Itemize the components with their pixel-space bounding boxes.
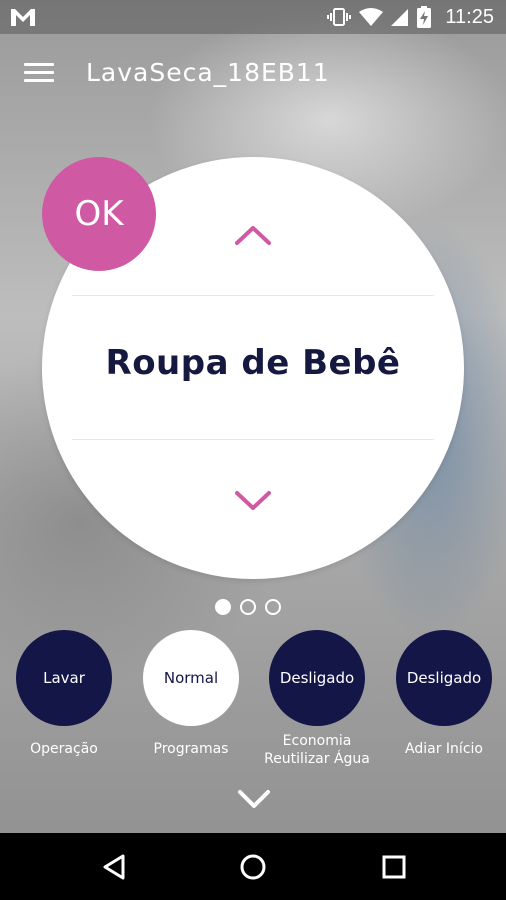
battery-charging-icon <box>417 6 432 28</box>
status-bar: 11:25 <box>0 0 506 34</box>
page-dot-2[interactable] <box>240 599 256 615</box>
vibrate-icon <box>327 8 352 26</box>
recents-square-icon[interactable] <box>354 833 434 900</box>
device-title: LavaSeca_18EB11 <box>86 58 330 87</box>
delay-start-label: Adiar Início <box>405 741 483 757</box>
page-dot-3[interactable] <box>265 599 281 615</box>
water-economy-label-line2: Reutilizar Água <box>264 751 370 767</box>
ok-button[interactable]: OK <box>42 157 156 271</box>
water-economy-button[interactable]: Desligado <box>269 630 365 726</box>
chevron-up-icon[interactable] <box>231 219 275 249</box>
program-name: Roupa de Bebê <box>105 343 401 383</box>
status-icons: 11:25 <box>327 0 494 34</box>
expand-chevron-icon[interactable] <box>234 786 274 812</box>
gmail-icon <box>11 9 35 26</box>
hamburger-menu-icon[interactable] <box>24 63 56 87</box>
back-triangle-icon[interactable] <box>74 833 154 900</box>
programs-label: Programas <box>153 741 229 757</box>
dial-divider-top <box>72 295 434 296</box>
page-indicator <box>215 599 281 615</box>
water-economy-label-line1: Economia <box>282 733 352 749</box>
operation-label: Operação <box>30 741 98 757</box>
delay-start-button[interactable]: Desligado <box>396 630 492 726</box>
status-time: 11:25 <box>445 5 494 28</box>
chevron-down-icon[interactable] <box>231 485 275 515</box>
operation-button[interactable]: Lavar <box>16 630 112 726</box>
programs-button[interactable]: Normal <box>143 630 239 726</box>
system-nav-bar <box>0 833 506 900</box>
page-dot-1[interactable] <box>215 599 231 615</box>
signal-icon <box>391 9 409 26</box>
app-screen: 11:25 LavaSeca_18EB11 Roupa de Bebê OK L… <box>0 0 506 900</box>
home-circle-icon[interactable] <box>213 833 293 900</box>
dial-divider-bottom <box>72 439 434 440</box>
wifi-icon <box>359 8 384 26</box>
